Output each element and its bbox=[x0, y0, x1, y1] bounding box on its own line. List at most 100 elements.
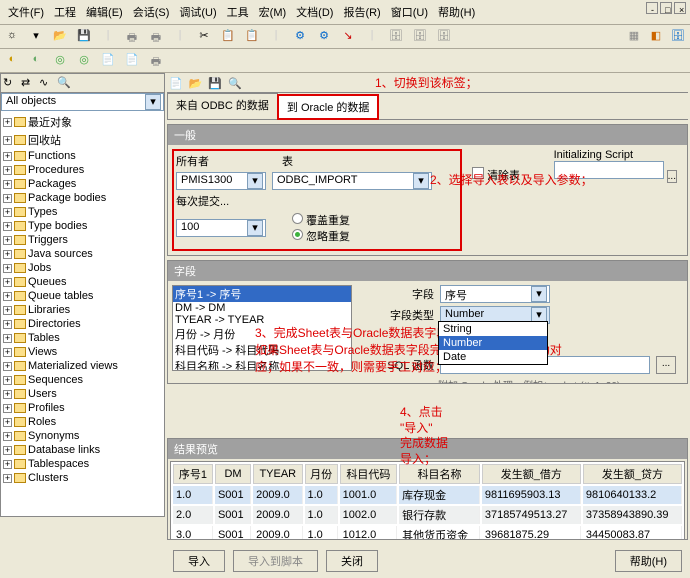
cleartable-checkbox[interactable] bbox=[472, 167, 484, 179]
tree-label[interactable]: Queues bbox=[28, 276, 67, 288]
print2-icon[interactable]: 🖶 bbox=[148, 29, 164, 45]
tree-label[interactable]: Tablespaces bbox=[28, 458, 89, 470]
menu-macro[interactable]: 宏(M) bbox=[255, 2, 291, 22]
tab-to-oracle[interactable]: 到 Oracle 的数据 bbox=[277, 94, 380, 120]
help-button[interactable]: 帮助(H) bbox=[615, 550, 682, 572]
tree-label[interactable]: Package bodies bbox=[28, 192, 106, 204]
import-button[interactable]: 导入 bbox=[173, 550, 225, 572]
tree-label[interactable]: Database links bbox=[28, 444, 100, 456]
tool-r2-icon[interactable]: ◧ bbox=[648, 29, 664, 45]
expand-icon[interactable]: + bbox=[3, 194, 12, 203]
v-icon[interactable]: ∿ bbox=[39, 76, 53, 90]
tree-label[interactable]: Profiles bbox=[28, 402, 65, 414]
tb2-4-icon[interactable]: ◎ bbox=[76, 53, 92, 69]
expand-icon[interactable]: + bbox=[3, 278, 12, 287]
menu-docs[interactable]: 文档(D) bbox=[292, 2, 337, 22]
content-tb-2[interactable]: 📂 bbox=[189, 77, 203, 90]
expand-icon[interactable]: + bbox=[3, 432, 12, 441]
expand-icon[interactable]: + bbox=[3, 446, 12, 455]
expand-icon[interactable]: + bbox=[3, 222, 12, 231]
tree-label[interactable]: Materialized views bbox=[28, 360, 118, 372]
tree-label[interactable]: 回收站 bbox=[28, 132, 61, 148]
expand-icon[interactable]: + bbox=[3, 180, 12, 189]
tree-label[interactable]: Java sources bbox=[28, 248, 93, 260]
expand-icon[interactable]: + bbox=[3, 292, 12, 301]
expand-icon[interactable]: + bbox=[3, 362, 12, 371]
menu-debug[interactable]: 调试(U) bbox=[175, 2, 220, 22]
tree-label[interactable]: Types bbox=[28, 206, 57, 218]
tb2-6-icon[interactable]: 📄 bbox=[124, 53, 140, 69]
arrow-icon[interactable]: ↘ bbox=[340, 29, 356, 45]
owner-select[interactable]: PMIS1300 bbox=[176, 172, 266, 190]
field-select[interactable]: 序号 bbox=[440, 285, 550, 303]
expand-icon[interactable]: + bbox=[3, 390, 12, 399]
expand-icon[interactable]: + bbox=[3, 250, 12, 259]
menu-reports[interactable]: 报告(R) bbox=[339, 2, 384, 22]
tree-label[interactable]: Views bbox=[28, 346, 57, 358]
expand-icon[interactable]: + bbox=[3, 320, 12, 329]
field-mapping-list[interactable]: 序号1 -> 序号DM -> DMTYEAR -> TYEAR月份 -> 月份科… bbox=[172, 285, 352, 371]
expand-icon[interactable]: + bbox=[3, 376, 12, 385]
ignore-radio[interactable] bbox=[292, 229, 303, 240]
content-tb-1[interactable]: 📄 bbox=[169, 77, 183, 90]
sql-browse[interactable]: ... bbox=[656, 356, 676, 374]
table-select[interactable]: ODBC_IMPORT bbox=[272, 172, 432, 190]
overwrite-radio[interactable] bbox=[292, 213, 303, 224]
expand-icon[interactable]: + bbox=[3, 264, 12, 273]
filter-icon[interactable]: 🔍 bbox=[57, 76, 71, 90]
menu-file[interactable]: 文件(F) bbox=[4, 2, 48, 22]
paste-icon[interactable]: 📋 bbox=[244, 29, 260, 45]
expand-icon[interactable]: + bbox=[3, 306, 12, 315]
tree-label[interactable]: 最近对象 bbox=[28, 114, 72, 130]
menu-project[interactable]: 工程 bbox=[50, 2, 80, 22]
close-icon[interactable]: × bbox=[674, 2, 686, 14]
tree-label[interactable]: Procedures bbox=[28, 164, 84, 176]
tree-label[interactable]: Triggers bbox=[28, 234, 68, 246]
tree-label[interactable]: Clusters bbox=[28, 472, 68, 484]
menu-window[interactable]: 窗口(U) bbox=[387, 2, 432, 22]
tree-label[interactable]: Sequences bbox=[28, 374, 83, 386]
tb2-5-icon[interactable]: 📄 bbox=[100, 53, 116, 69]
tb2-7-icon[interactable]: 🖶 bbox=[148, 53, 164, 69]
expand-icon[interactable]: + bbox=[3, 334, 12, 343]
expand-icon[interactable]: + bbox=[3, 418, 12, 427]
tree-label[interactable]: Users bbox=[28, 388, 57, 400]
tree-label[interactable]: Directories bbox=[28, 318, 81, 330]
preview-table[interactable]: 序号1DMTYEAR月份科目代码科目名称发生额_借方发生额_贷方1.0S0012… bbox=[170, 461, 685, 539]
tool-r3-icon[interactable]: 🗄 bbox=[670, 29, 686, 45]
import-script-button[interactable]: 导入到脚本 bbox=[233, 550, 318, 572]
menu-tools[interactable]: 工具 bbox=[223, 2, 253, 22]
copy-icon[interactable]: 📋 bbox=[220, 29, 236, 45]
expand-icon[interactable]: + bbox=[3, 208, 12, 217]
expand-icon[interactable]: + bbox=[3, 152, 12, 161]
cut-icon[interactable]: ✂ bbox=[196, 29, 212, 45]
tool-r1-icon[interactable]: ▦ bbox=[626, 29, 642, 45]
expand-icon[interactable]: + bbox=[3, 236, 12, 245]
tree-label[interactable]: Roles bbox=[28, 416, 56, 428]
tree-label[interactable]: Type bodies bbox=[28, 220, 87, 232]
minimize-icon[interactable]: - bbox=[646, 2, 658, 14]
tb2-3-icon[interactable]: ◎ bbox=[52, 53, 68, 69]
menu-edit[interactable]: 编辑(E) bbox=[82, 2, 127, 22]
db1-icon[interactable]: 🗄 bbox=[388, 29, 404, 45]
expand-icon[interactable]: + bbox=[3, 404, 12, 413]
tree-label[interactable]: Tables bbox=[28, 332, 60, 344]
gear-icon[interactable]: ⚙ bbox=[292, 29, 308, 45]
expand-icon[interactable]: + bbox=[3, 460, 12, 469]
db2-icon[interactable]: 🗄 bbox=[412, 29, 428, 45]
commit-select[interactable]: 100 bbox=[176, 219, 266, 237]
menu-session[interactable]: 会话(S) bbox=[129, 2, 174, 22]
expand-icon[interactable]: + bbox=[3, 166, 12, 175]
init-script-browse[interactable]: ... bbox=[667, 170, 677, 183]
content-tb-4[interactable]: 🔍 bbox=[228, 77, 242, 90]
restore-icon[interactable]: □ bbox=[660, 2, 672, 14]
tb2-1-icon[interactable]: ◐ bbox=[4, 53, 20, 69]
expand-icon[interactable]: + bbox=[3, 474, 12, 483]
expand-icon[interactable]: + bbox=[3, 348, 12, 357]
tree-label[interactable]: Functions bbox=[28, 150, 76, 162]
tree-label[interactable]: Packages bbox=[28, 178, 76, 190]
tree-label[interactable]: Queue tables bbox=[28, 290, 93, 302]
objects-dropdown[interactable]: All objects bbox=[1, 93, 164, 111]
refresh-icon[interactable]: ↻ bbox=[3, 76, 17, 90]
expand-icon[interactable]: + bbox=[3, 136, 12, 145]
